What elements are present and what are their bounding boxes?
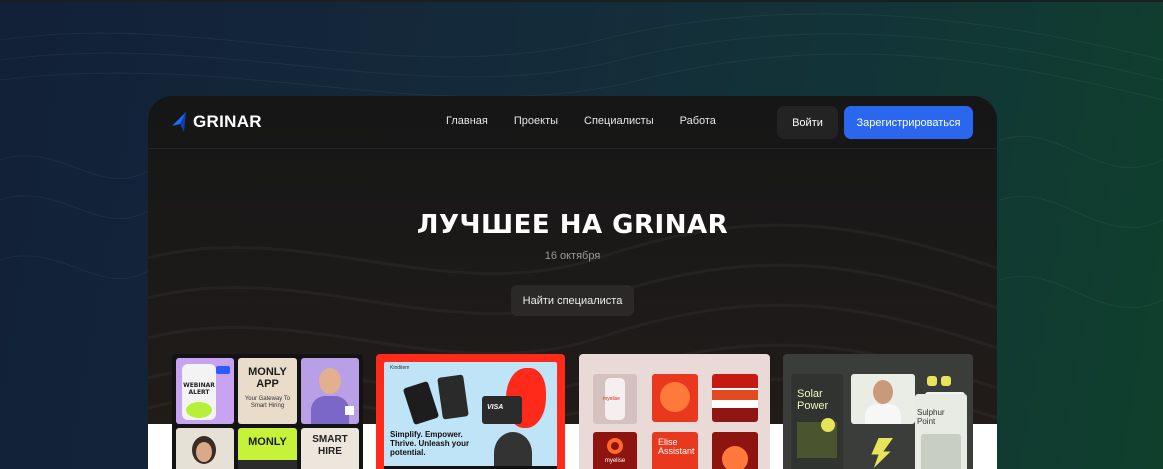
webinar-text: WEBINAR ALERT — [183, 382, 215, 396]
card-mock-mid — [437, 374, 469, 420]
monly-text: MONLY — [248, 436, 287, 448]
card-mock-right: VISA — [482, 396, 522, 424]
solar-tile: Solar Power — [791, 374, 843, 469]
assistant-text: Elise Assistant — [658, 437, 695, 456]
solar-text: Solar Power — [797, 388, 829, 412]
bolt-icon — [871, 438, 893, 468]
top-navbar: GRINAR Главная Проекты Специалисты Работ… — [148, 96, 997, 149]
palette-tile — [712, 374, 758, 422]
landing-mock: Kinditem VISA Simplify. Empower. Thrive.… — [384, 362, 557, 469]
assistant-tile: Elise Assistant — [652, 432, 698, 469]
smart-hire-text: SMART HIRE — [312, 434, 348, 457]
dark-bar — [238, 460, 297, 469]
logo-wordmark: myelise — [604, 458, 626, 464]
monly-app-tile: MONLY APP Your Gateway To Smart Hiring — [238, 358, 297, 424]
brand-logo[interactable]: GRINAR — [172, 112, 262, 132]
red-swirl-tile — [652, 374, 698, 422]
main-menu: Главная Проекты Специалисты Работа — [446, 115, 716, 127]
qr-icon — [345, 406, 354, 415]
monly-app-text: MONLY APP — [248, 366, 287, 390]
login-button[interactable]: Войти — [777, 106, 838, 139]
person-body — [311, 396, 349, 424]
widget-icon-1 — [927, 376, 937, 386]
nav-item-home[interactable]: Главная — [446, 115, 488, 127]
blob-shape — [186, 402, 212, 418]
nav-item-jobs[interactable]: Работа — [680, 115, 716, 127]
phone-tile: myelise — [593, 374, 637, 424]
logo-ring-icon — [607, 438, 623, 454]
swatch-1 — [712, 374, 758, 388]
swatch-2 — [712, 390, 758, 400]
woman-face — [196, 442, 212, 462]
monly-tagline: Your Gateway To Smart Hiring — [244, 396, 291, 409]
man-body — [865, 404, 901, 424]
sulphur-text: Sulphur Point — [917, 408, 945, 426]
orange-blob-tile — [712, 432, 758, 469]
widget-icon-2 — [941, 376, 951, 386]
sun-shape — [821, 418, 835, 432]
register-button[interactable]: Зарегистрироваться — [844, 106, 973, 139]
portrait-shape — [494, 432, 532, 469]
mock-header: Kinditem — [390, 365, 410, 371]
person-head — [319, 368, 341, 394]
swatch-3 — [712, 408, 758, 422]
orange-blob-icon — [722, 446, 748, 469]
badge-shape — [216, 366, 230, 374]
logo-tile: myelise — [593, 432, 637, 469]
visa-text: VISA — [487, 404, 504, 411]
project-card-solar[interactable]: Solar Power Sulphur Point — [783, 354, 973, 469]
swirl-shape — [660, 382, 690, 412]
hero-title: ЛУЧШЕЕ НА GRINAR — [416, 210, 729, 240]
brand-text: myelise — [603, 396, 620, 402]
monly-tile: MONLY — [238, 428, 297, 469]
card-mock-left — [402, 380, 440, 426]
battery-card — [921, 434, 961, 469]
sulphur-tile: Sulphur Point — [915, 394, 967, 469]
man-head — [873, 380, 893, 404]
woman-tile — [176, 428, 234, 469]
project-card-myelise[interactable]: myelise myelise Elise Assistant — [579, 354, 770, 469]
nav-item-projects[interactable]: Проекты — [514, 115, 558, 127]
hero-date: 16 октября — [544, 250, 601, 262]
logo-mark-icon — [172, 112, 186, 132]
smart-hire-tile: SMART HIRE — [301, 428, 359, 469]
portrait-tile-solar — [851, 374, 915, 424]
webinar-tile: WEBINAR ALERT — [176, 358, 234, 424]
project-card-monly[interactable]: WEBINAR ALERT MONLY APP Your Gateway To … — [172, 354, 363, 469]
nav-item-specialists[interactable]: Специалисты — [584, 115, 654, 127]
bolt-tile — [851, 432, 911, 469]
find-specialist-button[interactable]: Найти специалиста — [511, 285, 634, 316]
brand-name: GRINAR — [193, 112, 262, 131]
portrait-tile — [301, 358, 359, 424]
headline-text: Simplify. Empower. Thrive. Unleash your … — [390, 430, 470, 457]
app-window: GRINAR Главная Проекты Специалисты Работ… — [148, 96, 997, 469]
project-card-kinditem[interactable]: Kinditem VISA Simplify. Empower. Thrive.… — [376, 354, 565, 469]
